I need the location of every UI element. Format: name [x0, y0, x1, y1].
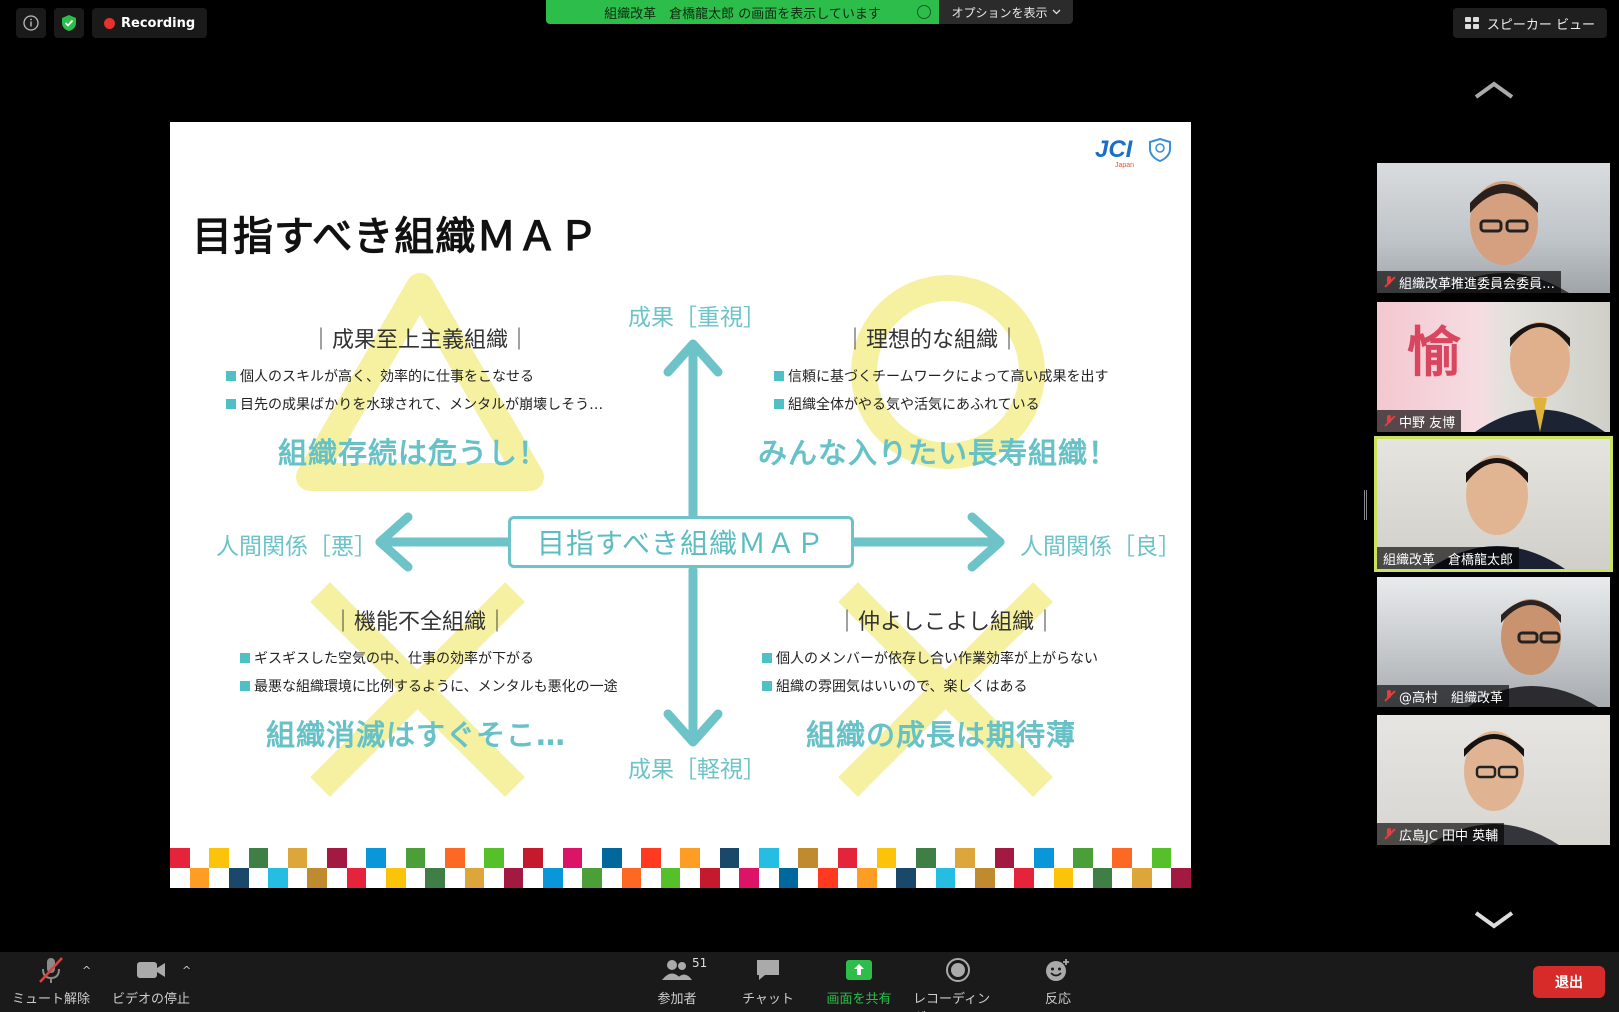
record-dot-icon [104, 17, 115, 29]
background-kanji-poster: 愉 [1407, 321, 1461, 384]
quadrant-title: ｜理想的な組織｜ [844, 328, 1021, 353]
share-screen-button[interactable]: 画面を共有 [814, 956, 904, 1007]
participant-tile-active-speaker[interactable]: 組織改革 倉橋龍太郎 [1374, 436, 1613, 572]
quadrant-phrase: 組織の成長は期待薄 [806, 718, 1077, 752]
jci-emblem-icon [1149, 138, 1171, 162]
axis-label-bottom: 成果［軽視］ [628, 757, 766, 783]
quadrant-bullet: 組織全体がやる気や活気にあふれている [774, 394, 1040, 414]
meeting-toolbar: ミュート解除 ^ ビデオの停止 ^ 51 参加者 チャット 画面を共有 レコーデ… [0, 952, 1619, 1012]
participant-tile[interactable]: @高村 組織改革 [1377, 577, 1610, 707]
recording-indicator[interactable]: Recording [92, 8, 208, 38]
participant-name: 中野 友博 [1377, 410, 1462, 432]
chat-button[interactable]: チャット [723, 956, 813, 1007]
view-options-label: オプションを表示 [951, 5, 1048, 20]
quadrant-phrase: 組織消滅はすぐそこ… [266, 718, 567, 752]
slide-title: 目指すべき組織ＭＡＰ [192, 214, 600, 260]
audio-options-caret-icon[interactable]: ^ [82, 964, 91, 977]
participant-video [1475, 322, 1606, 432]
participants-button[interactable]: 51 参加者 [632, 956, 722, 1007]
quadrant-title: ｜機能不全組織｜ [332, 610, 509, 635]
grid-icon [1464, 17, 1479, 29]
share-status-icon [917, 5, 931, 19]
participant-name: 組織改革推進委員会委員… [1377, 271, 1562, 293]
participants-icon: 51 [662, 956, 707, 984]
emoji-plus-icon [1044, 956, 1072, 984]
mic-muted-icon [1383, 276, 1395, 288]
record-icon [945, 956, 971, 984]
quadrant-bullet: 個人のメンバーが依存し合い作業効率が上がらない [762, 648, 1098, 668]
participant-name: 組織改革 倉橋龍太郎 [1377, 547, 1520, 569]
quadrant-bullet: 信頼に基づくチームワークによって高い成果を出す [774, 366, 1108, 386]
microphone-muted-icon [36, 956, 66, 984]
quadrant-bullet: ギスギスした空気の中、仕事の効率が下がる [240, 648, 534, 668]
reactions-label: 反応 [1044, 992, 1071, 1007]
axis-label-top: 成果［重視］ [628, 305, 766, 331]
participant-name: 広島JC 田中 英輔 [1377, 823, 1505, 845]
screen-share-banner: 組織改革 倉橋龍太郎 の画面を表示しています [546, 0, 939, 24]
logo-text: JCI [1095, 136, 1133, 163]
quadrant-bullet: 組織の雰囲気はいいので、楽しくはある [762, 676, 1027, 696]
mic-muted-icon [1383, 828, 1395, 840]
scroll-up-chevron-icon[interactable] [1474, 80, 1514, 100]
view-options-button[interactable]: オプションを表示 [939, 0, 1073, 24]
participants-label: 参加者 [657, 992, 697, 1007]
info-icon[interactable] [16, 8, 46, 38]
scroll-down-chevron-icon[interactable] [1474, 910, 1514, 930]
share-screen-icon [845, 956, 873, 984]
chat-label: チャット [742, 992, 794, 1007]
stop-video-label: ビデオの停止 [111, 992, 190, 1007]
mic-muted-icon [1383, 690, 1395, 702]
participant-name: @高村 組織改革 [1377, 685, 1510, 707]
logo-subtext: Japan [1115, 162, 1135, 169]
sdgs-color-band [170, 848, 1191, 888]
reactions-button[interactable]: 反応 [1013, 956, 1103, 1007]
video-camera-icon [136, 956, 166, 984]
share-banner-text: 組織改革 倉橋龍太郎 の画面を表示しています [604, 6, 881, 22]
panel-resize-handle[interactable] [1364, 490, 1367, 520]
record-button[interactable]: レコーディング [913, 956, 1003, 1012]
record-label: レコーディング [913, 992, 991, 1012]
quadrant-bullet: 個人のスキルが高く、効率的に仕事をこなせる [226, 366, 534, 386]
shield-check-icon[interactable] [54, 8, 84, 38]
shared-screen-slide: JCI Japan 目指すべき組織ＭＡＰ 成果［重視］ 成果［軽視］ 人間関係［… [170, 122, 1191, 888]
quadrant-bullet: 目先の成果ばかりを水球されて、メンタルが崩壊しそう… [226, 394, 603, 414]
participant-tile[interactable]: 組織改革推進委員会委員… [1377, 163, 1610, 293]
chevron-down-icon [1052, 9, 1060, 15]
leave-meeting-button[interactable]: 退出 [1533, 966, 1605, 998]
quadrant-title: ｜仲よしこよし組織｜ [836, 610, 1057, 635]
jci-logo: JCI Japan [1095, 136, 1175, 172]
video-options-caret-icon[interactable]: ^ [182, 964, 191, 977]
quadrant-phrase: みんな入りたい長寿組織！ [758, 436, 1119, 470]
speaker-view-button[interactable]: スピーカー ビュー [1452, 8, 1607, 38]
center-map-label: 目指すべき組織ＭＡＰ [508, 516, 854, 568]
participant-tile[interactable]: 広島JC 田中 英輔 [1377, 715, 1610, 845]
meeting-status-bar: Recording [16, 8, 208, 38]
axis-label-right: 人間関係［良］ [1020, 534, 1181, 560]
mic-muted-icon [1383, 415, 1395, 427]
speaker-view-label: スピーカー ビュー [1486, 17, 1595, 33]
unmute-label: ミュート解除 [11, 992, 90, 1007]
participant-tile[interactable]: 愉 中野 友博 [1377, 302, 1610, 432]
quadrant-phrase: 組織存続は危うし！ [278, 436, 549, 470]
axis-label-left: 人間関係［悪］ [216, 534, 377, 560]
quadrant-title: ｜成果至上主義組織｜ [310, 328, 531, 353]
participant-count: 51 [692, 956, 708, 970]
recording-label: Recording [121, 15, 196, 31]
share-screen-label: 画面を共有 [826, 992, 892, 1007]
chat-bubble-icon [755, 956, 781, 984]
quadrant-bullet: 最悪な組織環境に比例するように、メンタルも悪化の一途 [240, 676, 618, 696]
